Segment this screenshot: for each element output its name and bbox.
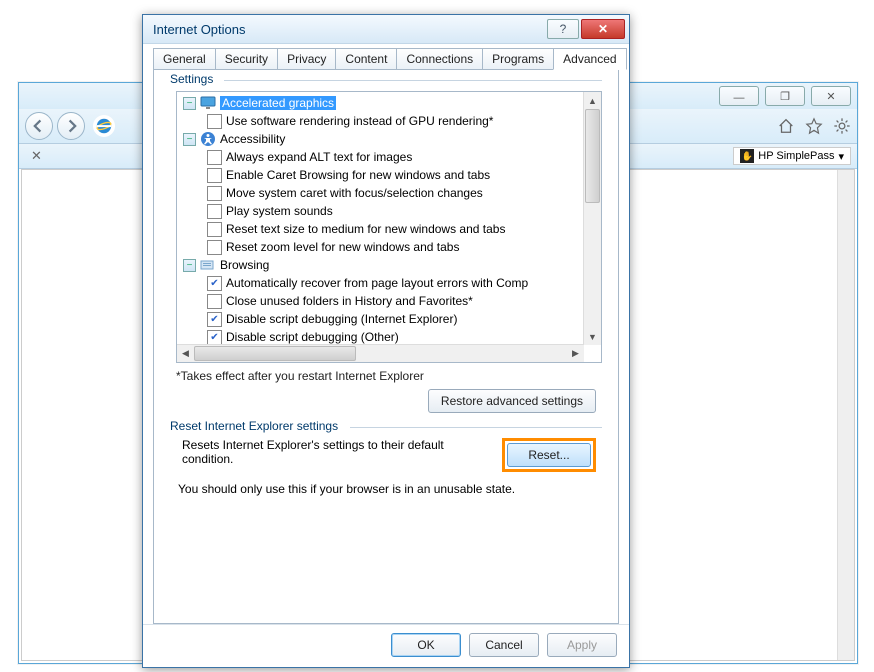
dialog-close-button[interactable]: ✕ [581, 19, 625, 39]
checkbox[interactable] [207, 150, 222, 165]
maximize-button[interactable]: ❐ [765, 86, 805, 106]
tree-item[interactable]: Play system sounds [181, 202, 584, 220]
tab-general[interactable]: General [153, 48, 216, 70]
collapse-icon[interactable]: − [183, 259, 196, 272]
hp-simplepass-label: HP SimplePass [758, 150, 834, 162]
tree-item[interactable]: Move system caret with focus/selection c… [181, 184, 584, 202]
item-label: Always expand ALT text for images [226, 150, 412, 164]
tab-connections[interactable]: Connections [396, 48, 483, 70]
tree-category[interactable]: − Accessibility [181, 130, 584, 148]
tree-item[interactable]: Disable script debugging (Internet Explo… [181, 310, 584, 328]
category-icon [200, 131, 216, 147]
dialog-title: Internet Options [153, 22, 246, 37]
tree-item[interactable]: Always expand ALT text for images [181, 148, 584, 166]
tree-item[interactable]: Enable Caret Browsing for new windows an… [181, 166, 584, 184]
settings-tree[interactable]: − Accelerated graphics Use software render… [176, 91, 602, 363]
collapse-icon[interactable]: − [183, 97, 196, 110]
ie-vertical-scrollbar[interactable] [837, 170, 854, 660]
checkbox[interactable] [207, 168, 222, 183]
collapse-icon[interactable]: − [183, 133, 196, 146]
tab-security[interactable]: Security [215, 48, 278, 70]
item-label: Use software rendering instead of GPU re… [226, 114, 493, 128]
tree-item[interactable]: Automatically recover from page layout e… [181, 274, 584, 292]
checkbox[interactable] [207, 222, 222, 237]
tab-advanced[interactable]: Advanced [553, 48, 626, 70]
dialog-titlebar: Internet Options ? ✕ [143, 15, 629, 44]
checkbox[interactable] [207, 240, 222, 255]
close-tab-icon[interactable]: ✕ [25, 148, 48, 164]
category-label: Browsing [220, 258, 269, 272]
reset-group-label: Reset Internet Explorer settings [170, 419, 342, 433]
scrollbar-thumb[interactable] [585, 109, 600, 203]
hp-simplepass-icon: ✋ [740, 149, 754, 163]
restart-note: *Takes effect after you restart Internet… [176, 369, 602, 383]
tree-item[interactable]: Disable script debugging (Other) [181, 328, 584, 345]
checkbox[interactable] [207, 276, 222, 291]
reset-warning: You should only use this if your browser… [178, 482, 594, 496]
apply-button[interactable]: Apply [547, 633, 617, 657]
tree-item[interactable]: Reset zoom level for new windows and tab… [181, 238, 584, 256]
advanced-tab-panel: Settings − Accelerated graphics Use softwa… [153, 69, 619, 624]
scrollbar-thumb[interactable] [194, 346, 356, 361]
tree-horizontal-scrollbar[interactable]: ◀ ▶ [177, 344, 584, 362]
item-label: Close unused folders in History and Favo… [226, 294, 473, 308]
reset-description: Resets Internet Explorer's settings to t… [182, 438, 488, 466]
category-label: Accelerated graphics [220, 96, 336, 110]
tab-privacy[interactable]: Privacy [277, 48, 336, 70]
ie-logo-icon [93, 115, 115, 137]
item-label: Disable script debugging (Internet Explo… [226, 312, 457, 326]
hp-simplepass-addon[interactable]: ✋ HP SimplePass ▾ [733, 147, 851, 165]
dialog-button-row: OK Cancel Apply [143, 624, 629, 667]
tree-item[interactable]: Use software rendering instead of GPU re… [181, 112, 584, 130]
checkbox[interactable] [207, 330, 222, 345]
category-icon [200, 257, 216, 273]
item-label: Play system sounds [226, 204, 333, 218]
item-label: Move system caret with focus/selection c… [226, 186, 483, 200]
tree-vertical-scrollbar[interactable]: ▲ ▼ [583, 92, 601, 345]
internet-options-dialog: Internet Options ? ✕ General Security Pr… [142, 14, 630, 668]
settings-group-label: Settings [170, 72, 217, 86]
checkbox[interactable] [207, 312, 222, 327]
checkbox[interactable] [207, 204, 222, 219]
category-icon [200, 95, 216, 111]
tree-category[interactable]: − Accelerated graphics [181, 94, 584, 112]
favorites-star-icon[interactable] [805, 117, 823, 135]
minimize-button[interactable]: — [719, 86, 759, 106]
tree-item[interactable]: Close unused folders in History and Favo… [181, 292, 584, 310]
reset-highlight: Reset... [502, 438, 596, 472]
ok-button[interactable]: OK [391, 633, 461, 657]
checkbox[interactable] [207, 294, 222, 309]
item-label: Automatically recover from page layout e… [226, 276, 528, 290]
tree-category[interactable]: − Browsing [181, 256, 584, 274]
arrow-right-icon [64, 119, 78, 133]
home-icon[interactable] [777, 117, 795, 135]
tab-programs[interactable]: Programs [482, 48, 554, 70]
category-label: Accessibility [220, 132, 285, 146]
tree-item[interactable]: Reset text size to medium for new window… [181, 220, 584, 238]
reset-group: Reset Internet Explorer settings Resets … [170, 427, 602, 496]
reset-button[interactable]: Reset... [507, 443, 591, 467]
chevron-down-icon: ▾ [838, 150, 844, 163]
item-label: Reset zoom level for new windows and tab… [226, 240, 459, 254]
checkbox[interactable] [207, 114, 222, 129]
item-label: Disable script debugging (Other) [226, 330, 399, 344]
cancel-button[interactable]: Cancel [469, 633, 539, 657]
arrow-left-icon [32, 119, 46, 133]
checkbox[interactable] [207, 186, 222, 201]
settings-group: Settings −Accelerated graphicsUse softwa… [170, 80, 602, 413]
tab-content[interactable]: Content [335, 48, 397, 70]
dialog-tabstrip: General Security Privacy Content Connect… [153, 48, 619, 70]
restore-advanced-button[interactable]: Restore advanced settings [428, 389, 596, 413]
back-button[interactable] [25, 112, 53, 140]
forward-button[interactable] [57, 112, 85, 140]
item-label: Reset text size to medium for new window… [226, 222, 505, 236]
tools-gear-icon[interactable] [833, 117, 851, 135]
close-button[interactable]: ✕ [811, 86, 851, 106]
dialog-help-button[interactable]: ? [547, 19, 579, 39]
item-label: Enable Caret Browsing for new windows an… [226, 168, 490, 182]
